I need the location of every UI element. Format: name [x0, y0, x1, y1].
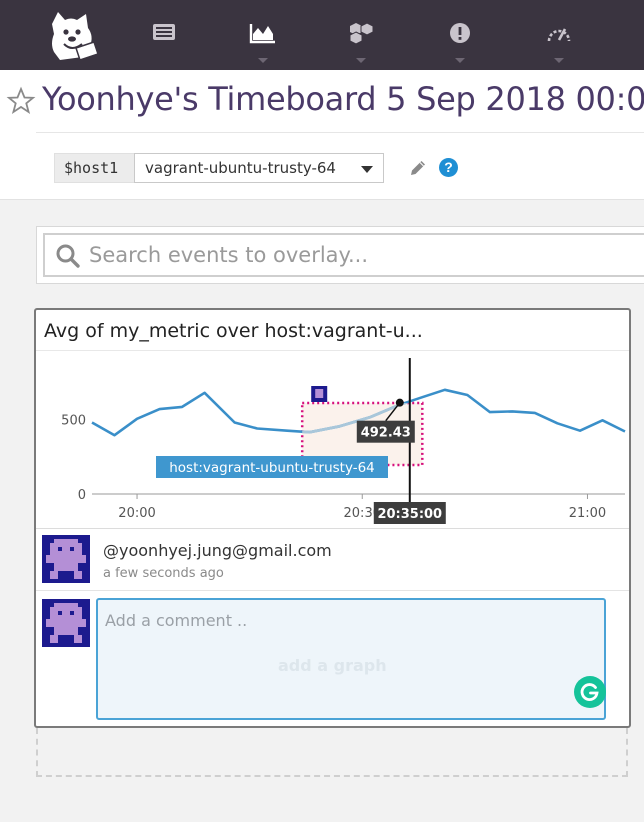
avatar — [42, 599, 90, 647]
star-icon[interactable] — [6, 86, 36, 116]
template-variable-value: vagrant-ubuntu-trusty-64 — [145, 159, 336, 177]
x-tick-label: 20:00 — [118, 506, 155, 521]
top-navbar — [0, 0, 644, 70]
event-search-container — [36, 226, 644, 284]
y-tick-label: 0 — [78, 488, 86, 503]
apm-gauge-icon — [547, 28, 571, 42]
monitors-alert-icon — [450, 23, 470, 43]
grammarly-g-icon — [580, 683, 599, 701]
time-tooltip-text: 20:35:00 — [377, 507, 442, 522]
y-tick-label: 500 — [61, 414, 86, 429]
nav-apm[interactable] — [545, 22, 573, 66]
event-search-box — [43, 233, 644, 277]
template-variable-select[interactable]: vagrant-ubuntu-trusty-64 — [134, 153, 384, 183]
timeseries-widget[interactable]: Avg of my_metric over host:vagrant-u... … — [34, 308, 631, 728]
comment-editor[interactable]: add a graph — [96, 598, 606, 720]
nav-monitors[interactable] — [446, 22, 474, 66]
chevron-down-icon — [455, 58, 465, 63]
add-graph-placeholder[interactable] — [36, 728, 628, 777]
highlight-point — [395, 398, 404, 407]
chevron-down-icon — [258, 58, 268, 63]
comment-input[interactable] — [105, 608, 575, 632]
template-variable-name: $host1 — [54, 153, 134, 183]
comment-timestamp: a few seconds ago — [103, 566, 224, 581]
add-graph-ghost-text: add a graph — [278, 656, 387, 675]
help-icon[interactable]: ? — [439, 158, 458, 177]
comments-panel: @yoonhyej.jung@gmail.com a few seconds a… — [36, 528, 629, 726]
widget-title: Avg of my_metric over host:vagrant-u... — [44, 320, 423, 342]
divider — [36, 132, 644, 133]
chevron-down-icon — [554, 58, 564, 63]
nav-dashboards[interactable] — [249, 22, 277, 66]
event-marker-glyph — [315, 389, 324, 398]
page-title: Yoonhye's Timeboard 5 Sep 2018 00:07 — [42, 80, 644, 118]
dashboards-icon — [249, 24, 275, 44]
datadog-logo-icon[interactable] — [42, 6, 100, 64]
line-chart[interactable]: 050020:00 20:30 21:00492.43host:vagrant-ub… — [36, 352, 629, 528]
avatar — [42, 535, 90, 583]
value-tooltip-text: 492.43 — [361, 426, 411, 441]
chevron-down-icon — [356, 58, 366, 63]
comment-author[interactable]: @yoonhyej.jung@gmail.com — [103, 541, 332, 560]
nav-infrastructure[interactable] — [347, 22, 375, 66]
x-tick-label: 21:00 — [569, 506, 606, 521]
dashboard-header: Yoonhye's Timeboard 5 Sep 2018 00:07 $ho… — [0, 70, 644, 200]
nav-events[interactable] — [150, 22, 178, 66]
dropdown-arrow-icon — [361, 166, 373, 173]
infrastructure-icon — [349, 22, 374, 44]
divider — [36, 350, 629, 351]
search-icon — [56, 244, 80, 268]
grammarly-icon[interactable] — [574, 676, 606, 708]
pencil-icon[interactable] — [408, 158, 428, 178]
search-input[interactable] — [89, 239, 644, 271]
comment-item: @yoonhyej.jung@gmail.com a few seconds a… — [36, 529, 629, 591]
series-legend-label: host:vagrant-ubuntu-trusty-64 — [169, 460, 375, 476]
events-list-icon — [153, 24, 175, 40]
